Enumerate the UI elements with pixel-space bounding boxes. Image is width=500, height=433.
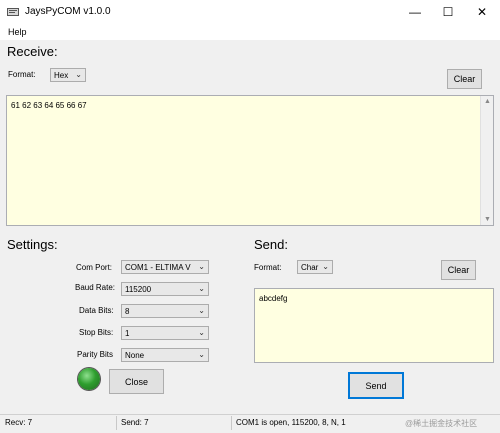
com-port-label: Com Port:: [76, 263, 113, 272]
send-format-label: Format:: [254, 263, 282, 272]
send-text: abcdefg: [259, 294, 288, 303]
data-bits-label: Data Bits:: [79, 306, 114, 315]
scroll-down-icon[interactable]: ▼: [484, 216, 491, 223]
send-title: Send:: [254, 237, 288, 252]
window-title: JaysPyCOM v1.0.0: [25, 6, 111, 17]
minimize-icon: —: [409, 5, 421, 19]
chevron-down-icon: ⌄: [75, 70, 82, 79]
close-window-button[interactable]: ✕: [465, 0, 499, 24]
chevron-down-icon: ⌄: [198, 328, 205, 337]
receive-scrollbar[interactable]: ▲ ▼: [480, 96, 493, 225]
data-bits-select[interactable]: 8 ⌄: [121, 304, 209, 318]
connection-status-led: [78, 368, 100, 390]
data-bits-value: 8: [125, 306, 130, 316]
stop-bits-label: Stop Bits:: [79, 328, 114, 337]
send-clear-button[interactable]: Clear: [441, 260, 476, 280]
app-icon: [7, 8, 19, 16]
receive-clear-button[interactable]: Clear: [447, 69, 482, 89]
status-recv-count: Recv: 7: [5, 418, 33, 427]
chevron-down-icon: ⌄: [198, 262, 205, 271]
baud-rate-label: Baud Rate:: [75, 283, 116, 292]
chevron-down-icon: ⌄: [198, 306, 205, 315]
minimize-button[interactable]: —: [398, 0, 432, 24]
send-button[interactable]: Send: [348, 372, 404, 399]
stop-bits-select[interactable]: 1 ⌄: [121, 326, 209, 340]
scroll-up-icon[interactable]: ▲: [484, 98, 491, 105]
receive-format-label: Format:: [8, 70, 36, 79]
baud-rate-value: 115200: [125, 284, 152, 294]
chevron-down-icon: ⌄: [322, 262, 329, 271]
close-icon: ✕: [476, 5, 488, 19]
receive-format-select[interactable]: Hex ⌄: [50, 68, 86, 82]
status-divider: [116, 416, 117, 430]
watermark: @稀土掘金技术社区: [405, 419, 478, 428]
com-port-value: COM1 - ELTIMA V: [125, 262, 191, 272]
maximize-button[interactable]: ☐: [431, 0, 465, 24]
receive-text: 61 62 63 64 65 66 67: [11, 101, 87, 110]
baud-rate-select[interactable]: 115200 ⌄: [121, 282, 209, 296]
close-port-button[interactable]: Close: [109, 369, 164, 394]
chevron-down-icon: ⌄: [198, 284, 205, 293]
send-format-value: Char: [301, 262, 319, 272]
status-divider: [231, 416, 232, 430]
parity-bits-value: None: [125, 350, 145, 360]
status-port-info: COM1 is open, 115200, 8, N, 1: [236, 418, 346, 427]
com-port-select[interactable]: COM1 - ELTIMA V ⌄: [121, 260, 209, 274]
send-format-select[interactable]: Char ⌄: [297, 260, 333, 274]
menu-item-help[interactable]: Help: [8, 27, 27, 37]
maximize-icon: ☐: [442, 5, 454, 19]
status-send-count: Send: 7: [121, 418, 149, 427]
send-textarea[interactable]: abcdefg: [254, 288, 494, 363]
stop-bits-value: 1: [125, 328, 130, 338]
settings-title: Settings:: [7, 237, 58, 252]
chevron-down-icon: ⌄: [198, 350, 205, 359]
menu-bar: [0, 24, 500, 40]
receive-format-value: Hex: [54, 70, 69, 80]
receive-title: Receive:: [7, 44, 58, 59]
parity-bits-label: Parity Bits: [77, 350, 114, 359]
parity-bits-select[interactable]: None ⌄: [121, 348, 209, 362]
receive-textarea[interactable]: 61 62 63 64 65 66 67 ▲ ▼: [6, 95, 494, 226]
